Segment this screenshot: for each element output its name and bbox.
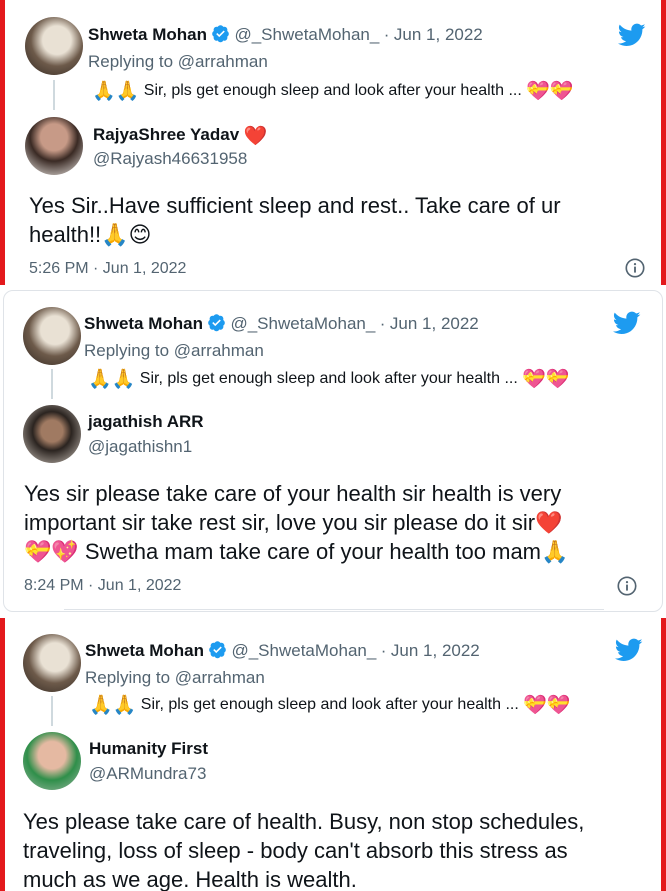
author-name[interactable]: Shweta Mohan	[88, 25, 207, 44]
reply-author-line: jagathish ARR	[88, 412, 204, 432]
replying-handle[interactable]: @arrahman	[178, 52, 268, 71]
avatar[interactable]	[23, 405, 81, 463]
reply-author-line: RajyaShree Yadav ❤️	[93, 125, 267, 146]
reply-text-line: important sir take rest sir, love you si…	[24, 510, 563, 535]
avatar[interactable]	[23, 307, 81, 365]
reply-author-handle[interactable]: @jagathishn1	[88, 437, 192, 457]
quoted-body: Sir, pls get enough sleep and look after…	[143, 82, 522, 99]
gift-heart-emoji: 💝💝	[522, 369, 570, 390]
reply-text-line: health!!🙏😊	[29, 222, 152, 247]
separator: ·	[383, 25, 390, 44]
separator: ·	[380, 641, 387, 660]
verified-badge-icon	[208, 640, 227, 659]
reply-text: Yes please take care of health. Busy, no…	[23, 807, 661, 891]
folded-hands-emoji: 🙏🙏	[92, 81, 140, 102]
reply-author-handle[interactable]: @ARMundra73	[89, 764, 206, 784]
reply-author-name[interactable]: jagathish ARR	[88, 412, 204, 431]
avatar[interactable]	[25, 117, 83, 175]
quoted-text: 🙏🙏 Sir, pls get enough sleep and look af…	[88, 370, 570, 389]
info-icon[interactable]	[624, 257, 646, 279]
quoted-body: Sir, pls get enough sleep and look after…	[140, 696, 519, 713]
reply-timestamp[interactable]: 8:24 PM · Jun 1, 2022	[24, 577, 181, 595]
reply-timestamp[interactable]: 5:26 PM · Jun 1, 2022	[29, 260, 186, 278]
tweet-card-1[interactable]: Shweta Mohan @_ShwetaMohan_ · Jun 1, 202…	[0, 0, 666, 285]
reply-author-name[interactable]: Humanity First	[89, 739, 208, 758]
author-name[interactable]: Shweta Mohan	[85, 641, 204, 660]
author-line: Shweta Mohan @_ShwetaMohan_ · Jun 1, 202…	[88, 24, 483, 45]
tweet-date[interactable]: Jun 1, 2022	[390, 314, 479, 333]
thread-line	[51, 696, 53, 726]
twitter-bird-icon[interactable]	[613, 309, 641, 337]
replying-prefix: Replying to	[88, 52, 174, 71]
info-icon[interactable]	[616, 575, 638, 597]
author-handle[interactable]: @_ShwetaMohan_	[230, 314, 375, 333]
reply-text-line: 💝💖 Swetha mam take care of your health t…	[24, 539, 569, 564]
reply-author-line: Humanity First	[89, 739, 208, 759]
reply-text-line: Yes sir please take care of your health …	[24, 481, 562, 506]
author-handle[interactable]: @_ShwetaMohan_	[231, 641, 376, 660]
gift-heart-emoji: 💝💝	[526, 81, 574, 102]
quoted-text: 🙏🙏 Sir, pls get enough sleep and look af…	[89, 696, 571, 715]
divider	[64, 609, 604, 610]
replying-to: Replying to @arrahman	[85, 668, 265, 688]
replying-to: Replying to @arrahman	[84, 341, 264, 361]
red-heart-emoji: ❤️	[243, 126, 268, 147]
separator: ·	[379, 314, 386, 333]
folded-hands-emoji: 🙏🙏	[89, 695, 137, 716]
quoted-body: Sir, pls get enough sleep and look after…	[139, 370, 518, 387]
replying-prefix: Replying to	[85, 668, 171, 687]
reply-text-line: much as we age. Health is wealth.	[23, 867, 357, 891]
author-name[interactable]: Shweta Mohan	[84, 314, 203, 333]
replying-handle[interactable]: @arrahman	[174, 341, 264, 360]
tweet-date[interactable]: Jun 1, 2022	[391, 641, 480, 660]
tweet-card-2[interactable]: Shweta Mohan @_ShwetaMohan_ · Jun 1, 202…	[3, 290, 663, 612]
replying-handle[interactable]: @arrahman	[175, 668, 265, 687]
author-line: Shweta Mohan @_ShwetaMohan_ · Jun 1, 202…	[85, 640, 480, 661]
thread-line	[51, 369, 53, 399]
reply-text: Yes Sir..Have sufficient sleep and rest.…	[29, 191, 629, 249]
verified-badge-icon	[207, 313, 226, 332]
reply-author-handle[interactable]: @Rajyash46631958	[93, 149, 247, 169]
reply-text-line: Yes please take care of health. Busy, no…	[23, 809, 585, 834]
reply-text: Yes sir please take care of your health …	[24, 479, 654, 566]
quoted-text: 🙏🙏 Sir, pls get enough sleep and look af…	[92, 82, 574, 101]
gift-heart-emoji: 💝💝	[523, 695, 571, 716]
thread-line	[53, 80, 55, 110]
folded-hands-emoji: 🙏🙏	[88, 369, 136, 390]
verified-badge-icon	[211, 24, 230, 43]
avatar[interactable]	[23, 634, 81, 692]
replying-prefix: Replying to	[84, 341, 170, 360]
author-handle[interactable]: @_ShwetaMohan_	[234, 25, 379, 44]
tweet-date[interactable]: Jun 1, 2022	[394, 25, 483, 44]
reply-text-line: Yes Sir..Have sufficient sleep and rest.…	[29, 193, 561, 218]
avatar[interactable]	[25, 17, 83, 75]
author-line: Shweta Mohan @_ShwetaMohan_ · Jun 1, 202…	[84, 313, 479, 334]
replying-to: Replying to @arrahman	[88, 52, 268, 72]
avatar[interactable]	[23, 732, 81, 790]
reply-text-line: traveling, loss of sleep - body can't ab…	[23, 838, 568, 863]
tweet-card-3[interactable]: Shweta Mohan @_ShwetaMohan_ · Jun 1, 202…	[0, 618, 666, 891]
twitter-bird-icon[interactable]	[615, 636, 643, 664]
reply-author-name[interactable]: RajyaShree Yadav	[93, 125, 239, 144]
twitter-bird-icon[interactable]	[618, 21, 646, 49]
